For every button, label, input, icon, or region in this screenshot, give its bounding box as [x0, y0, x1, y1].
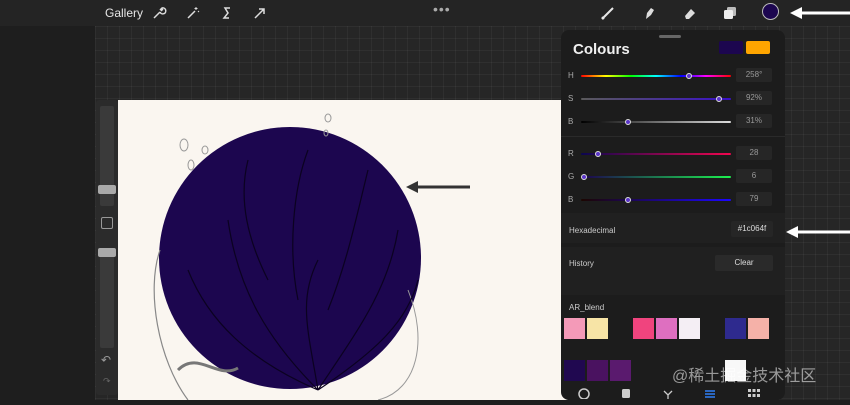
brush-icon[interactable]: [600, 5, 616, 21]
watermark: @稀土掘金技术社区: [672, 368, 817, 385]
more-actions-icon[interactable]: •••: [433, 1, 451, 17]
rgb-r-slider[interactable]: [581, 153, 731, 155]
palette-swatch[interactable]: [564, 318, 585, 339]
opacity-handle[interactable]: [98, 248, 116, 257]
palette-swatch[interactable]: [587, 318, 608, 339]
hsb-h-slider[interactable]: [581, 75, 731, 77]
magic-wand-icon[interactable]: [185, 5, 201, 21]
palette-swatch[interactable]: [587, 360, 608, 381]
history-label: History: [569, 259, 594, 268]
colour-mode-tabs: [561, 384, 785, 400]
palettes-mode-icon[interactable]: [747, 387, 761, 399]
palette-swatch[interactable]: [748, 318, 769, 339]
hex-label: Hexadecimal: [569, 226, 616, 235]
active-color-swatch[interactable]: [762, 3, 779, 20]
palette-swatch[interactable]: [564, 360, 585, 381]
palette-swatch[interactable]: [679, 318, 700, 339]
hsb-b-slider[interactable]: [581, 121, 731, 123]
smudge-icon[interactable]: [642, 5, 658, 21]
redo-icon[interactable]: ↷: [103, 376, 111, 387]
colours-panel: Colours H 258° S 92% B 31% R 28 G 6 B 79 Hexadecim…: [561, 30, 785, 400]
transform-arrow-icon[interactable]: [252, 5, 268, 21]
hsb-h-label: H: [568, 71, 574, 80]
rgb-b-label: B: [568, 195, 574, 204]
palette-swatch[interactable]: [633, 318, 654, 339]
rgb-g-slider[interactable]: [581, 176, 731, 178]
panel-title: Colours: [573, 41, 630, 58]
hex-input[interactable]: #1c064f: [731, 221, 773, 237]
top-toolbar: Gallery •••: [0, 0, 850, 26]
eraser-icon[interactable]: [682, 5, 698, 21]
rgb-r-thumb[interactable]: [594, 151, 601, 157]
clear-history-button[interactable]: Clear: [715, 255, 773, 271]
primary-color-swatch[interactable]: [719, 41, 743, 54]
hsb-h-value[interactable]: 258°: [736, 68, 772, 82]
hsb-h-thumb[interactable]: [686, 73, 692, 79]
rgb-g-value[interactable]: 6: [736, 169, 772, 183]
rgb-r-label: R: [568, 149, 574, 158]
hsb-s-slider[interactable]: [581, 98, 731, 100]
brush-size-handle[interactable]: [98, 185, 116, 194]
panel-grabber[interactable]: [659, 35, 681, 38]
opacity-slider[interactable]: [100, 248, 114, 348]
hsb-b-value[interactable]: 31%: [736, 114, 772, 128]
layers-icon[interactable]: [722, 5, 738, 21]
hsb-b-label: B: [568, 117, 574, 126]
selection-s-icon[interactable]: [219, 5, 235, 21]
palette-swatch[interactable]: [725, 318, 746, 339]
undo-icon[interactable]: ↶: [101, 353, 111, 367]
secondary-color-swatch[interactable]: [746, 41, 770, 54]
gallery-button[interactable]: Gallery: [105, 6, 143, 20]
hsb-s-label: S: [568, 94, 574, 103]
wrench-icon[interactable]: [151, 5, 167, 21]
rgb-b-slider[interactable]: [581, 199, 731, 201]
rgb-r-value[interactable]: 28: [736, 146, 772, 160]
harmony-mode-icon[interactable]: [661, 387, 675, 399]
drawing-artwork: [153, 113, 421, 401]
rgb-b-thumb[interactable]: [624, 197, 631, 203]
hsb-s-thumb[interactable]: [716, 96, 722, 102]
artboard[interactable]: [118, 100, 568, 401]
palette-swatch[interactable]: [656, 318, 677, 339]
annotation-arrow-hex: [786, 226, 850, 238]
rgb-g-label: G: [568, 172, 575, 181]
hsb-s-value[interactable]: 92%: [736, 91, 772, 105]
palette-name: AR_blend: [569, 303, 605, 312]
modify-button[interactable]: [101, 217, 113, 229]
rgb-b-value[interactable]: 79: [736, 192, 772, 206]
classic-mode-icon[interactable]: [619, 387, 633, 399]
annotation-arrow-canvas: [406, 181, 470, 193]
hsb-b-thumb[interactable]: [624, 119, 631, 125]
brush-sliders-panel: ↶ ↷: [96, 100, 118, 395]
rgb-g-thumb[interactable]: [581, 174, 587, 180]
palette-swatch[interactable]: [610, 360, 631, 381]
value-mode-icon[interactable]: [703, 387, 717, 399]
disc-mode-icon[interactable]: [577, 387, 591, 399]
annotation-arrow-top: [790, 7, 850, 19]
